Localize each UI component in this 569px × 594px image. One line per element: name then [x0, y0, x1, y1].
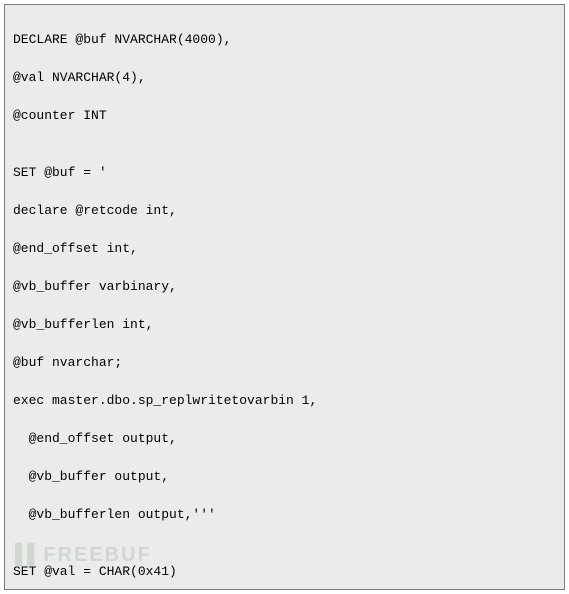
code-line: exec master.dbo.sp_replwritetovarbin 1, — [13, 391, 556, 410]
code-line: @buf nvarchar; — [13, 353, 556, 372]
code-line: @end_offset int, — [13, 239, 556, 258]
code-line: SET @val = CHAR(0x41) — [13, 562, 556, 581]
code-line: declare @retcode int, — [13, 201, 556, 220]
code-block: DECLARE @buf NVARCHAR(4000), @val NVARCH… — [4, 4, 565, 590]
code-line: @vb_buffer output, — [13, 467, 556, 486]
code-line: @counter INT — [13, 106, 556, 125]
code-line: @vb_buffer varbinary, — [13, 277, 556, 296]
code-line: DECLARE @buf NVARCHAR(4000), — [13, 30, 556, 49]
code-line: @val NVARCHAR(4), — [13, 68, 556, 87]
code-line: @vb_bufferlen output,''' — [13, 505, 556, 524]
code-line: SET @buf = ' — [13, 163, 556, 182]
code-line: @end_offset output, — [13, 429, 556, 448]
code-line: @vb_bufferlen int, — [13, 315, 556, 334]
